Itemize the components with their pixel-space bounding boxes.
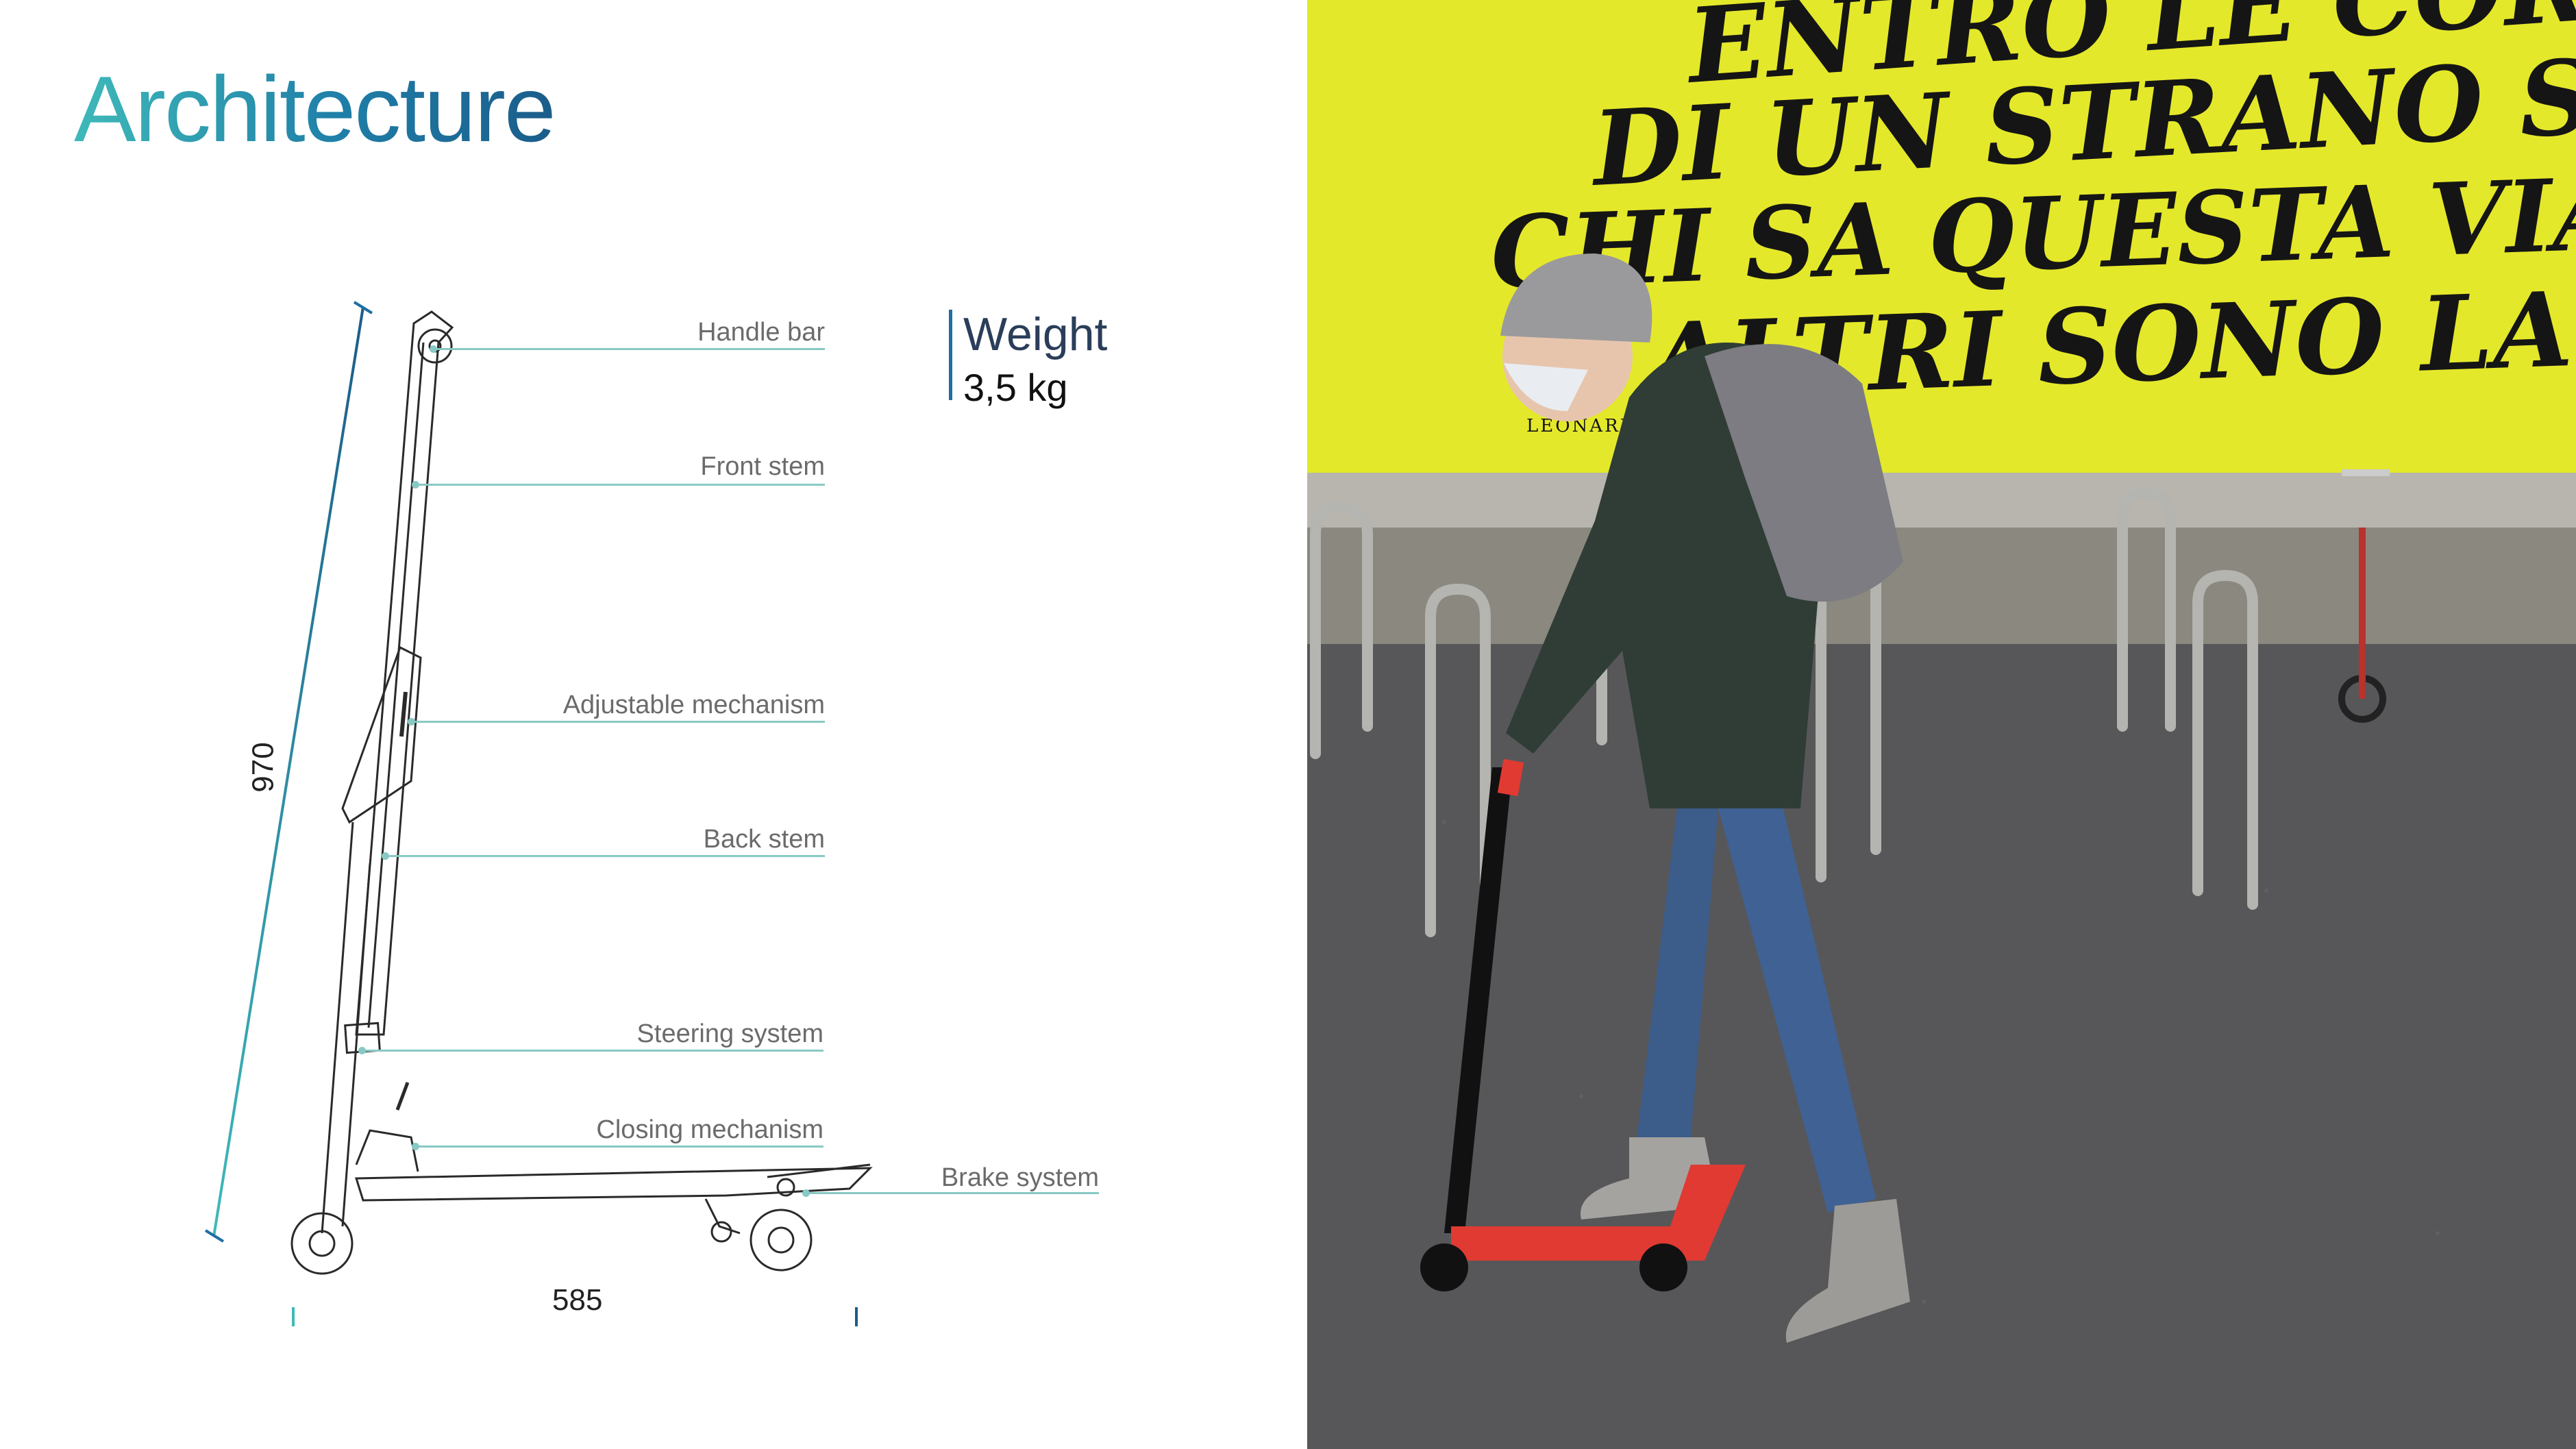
height-dimension-line <box>204 301 373 1243</box>
steering-system-leader <box>358 1047 823 1054</box>
handle-bar-leader <box>430 345 825 353</box>
scooter-line-drawing <box>204 301 873 1326</box>
label-adjustable-mechanism: Adjustable mechanism <box>562 691 825 719</box>
weight-block: Weight 3,5 kg <box>949 308 1108 407</box>
ground-far <box>1307 528 2576 644</box>
wall-base <box>1307 473 2576 528</box>
label-brake-system: Brake system <box>941 1163 1099 1192</box>
label-handle-bar: Handle bar <box>697 318 825 347</box>
diagram-panel: Architecture Handle bar Front stem Adjus… <box>0 0 1307 1449</box>
photo-panel: ENTRO LE CORNICE DI UN STRANO SWERC CHI … <box>1307 0 2576 1449</box>
brake-system-leader <box>802 1189 1099 1197</box>
back-stem-leader <box>382 852 825 860</box>
asphalt <box>1307 644 2576 1449</box>
length-dimension: 585 <box>552 1283 603 1317</box>
label-steering-system: Steering system <box>636 1019 823 1048</box>
front-stem-leader <box>412 481 825 488</box>
label-closing-mechanism: Closing mechanism <box>596 1115 823 1144</box>
label-back-stem: Back stem <box>703 825 825 854</box>
height-dimension: 970 <box>246 742 280 793</box>
label-front-stem: Front stem <box>700 452 825 481</box>
weight-value: 3,5 kg <box>963 366 1068 409</box>
rider-photo: ENTRO LE CORNICE DI UN STRANO SWERC CHI … <box>1307 0 2576 1449</box>
weight-label: Weight <box>963 308 1108 360</box>
adjustable-mechanism-leader <box>408 718 825 726</box>
closing-mechanism-leader <box>412 1143 823 1150</box>
